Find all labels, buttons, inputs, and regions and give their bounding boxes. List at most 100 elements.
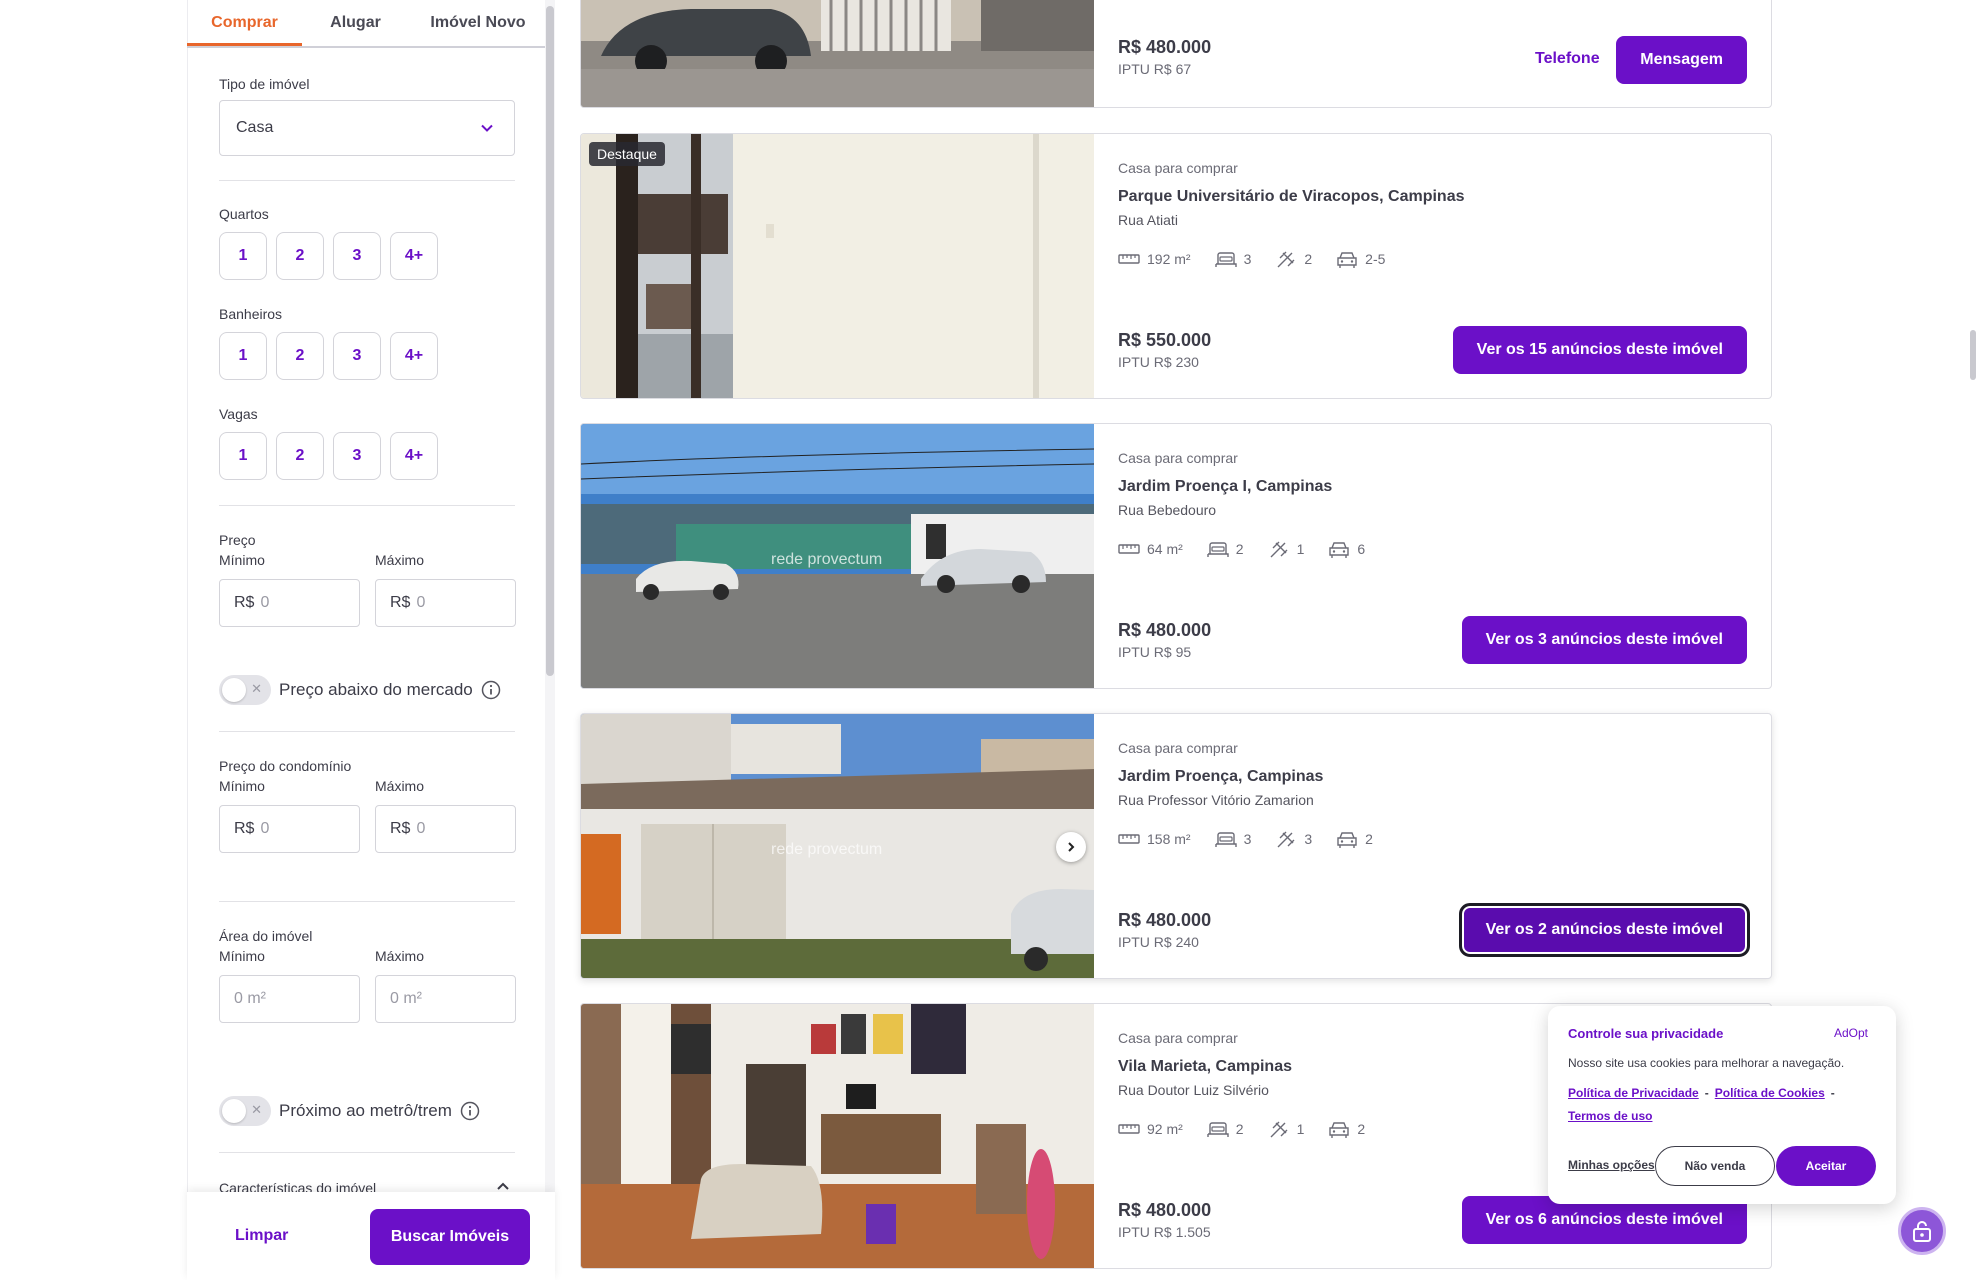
listing-photo[interactable]: rede provectum	[581, 424, 1094, 688]
sidebar-scrollbar-thumb[interactable]	[546, 6, 554, 676]
rooms-option-3[interactable]: 3	[333, 232, 381, 280]
bathrooms-option-3[interactable]: 3	[333, 332, 381, 380]
listing-bedrooms: 3	[1243, 251, 1252, 267]
bed-icon	[1214, 252, 1237, 267]
rooms-option-1[interactable]: 1	[219, 232, 267, 280]
page-scrollbar-thumb[interactable]	[1970, 330, 1976, 380]
bathrooms-option-4plus[interactable]: 4+	[390, 332, 438, 380]
currency-prefix: R$	[234, 594, 255, 611]
search-properties-button[interactable]: Buscar Imóveis	[370, 1209, 530, 1265]
watermark-text: rede provectum	[771, 841, 882, 858]
phone-button[interactable]: Telefone	[1535, 50, 1600, 68]
clear-filters-button[interactable]: Limpar	[235, 1227, 288, 1245]
ruler-icon	[1118, 1124, 1140, 1134]
parking-option-1[interactable]: 1	[219, 432, 267, 480]
condo-max-placeholder: 0	[416, 820, 426, 837]
cookie-brand[interactable]: AdOpt	[1834, 1026, 1868, 1040]
lock-icon	[1913, 1221, 1931, 1242]
shower-icon	[1277, 831, 1295, 848]
parking-option-3[interactable]: 3	[333, 432, 381, 480]
divider	[219, 180, 515, 181]
below-market-toggle[interactable]: ✕	[219, 675, 271, 705]
listing-photo[interactable]: Destaque	[581, 134, 1094, 398]
listing-photo[interactable]: rede provectum	[581, 714, 1094, 978]
privacy-lock-button[interactable]	[1898, 1207, 1946, 1255]
price-max-input[interactable]: R$ 0	[375, 579, 516, 627]
cookie-policy-link[interactable]: Política de Cookies	[1715, 1086, 1825, 1100]
listing-title[interactable]: Jardim Proença I, Campinas	[1118, 478, 1332, 496]
price-max-placeholder: 0	[416, 594, 426, 611]
near-metro-toggle[interactable]: ✕	[219, 1096, 271, 1126]
condo-price-label: Preço do condomínio	[219, 758, 352, 774]
cookie-policy-links: Política de Privacidade - Política de Cook…	[1568, 1086, 1835, 1123]
bed-icon	[1207, 1122, 1229, 1137]
listing-photo[interactable]	[581, 1004, 1094, 1268]
below-market-row: ✕ Preço abaixo do mercado	[219, 675, 501, 705]
info-icon[interactable]	[481, 680, 501, 700]
bathrooms-label: Banheiros	[219, 306, 283, 322]
area-min-input[interactable]: 0 m²	[219, 975, 360, 1023]
listing-title[interactable]: Parque Universitário de Viracopos, Campi…	[1118, 188, 1465, 206]
price-min-input[interactable]: R$ 0	[219, 579, 360, 627]
view-listings-button[interactable]: Ver os 2 anúncios deste imóvel	[1458, 903, 1751, 957]
do-not-sell-button[interactable]: Não venda	[1655, 1146, 1775, 1186]
listing-price: R$ 480.000	[1118, 620, 1212, 640]
tab-comprar[interactable]: Comprar	[187, 0, 302, 46]
listing-title[interactable]: Vila Marieta, Campinas	[1118, 1058, 1292, 1076]
listing-photo[interactable]	[581, 0, 1094, 107]
divider	[219, 731, 515, 732]
area-label: Área do imóvel	[219, 928, 313, 944]
parking-options: 1 2 3 4+	[219, 432, 438, 480]
rooms-option-4plus[interactable]: 4+	[390, 232, 438, 280]
listing-title[interactable]: Jardim Proença, Campinas	[1118, 768, 1323, 786]
listing-kind: Casa para comprar	[1118, 160, 1238, 176]
area-min-placeholder: 0 m²	[234, 990, 266, 1007]
near-metro-row: ✕ Próximo ao metrô/trem	[219, 1096, 480, 1126]
area-max-placeholder: 0 m²	[390, 990, 422, 1007]
chevron-up-icon[interactable]	[496, 1181, 510, 1191]
info-icon[interactable]	[460, 1101, 480, 1121]
listing-parking: 2	[1365, 831, 1373, 847]
listing-features: 92 m² 2 1 2	[1118, 1119, 1365, 1139]
listing-info: R$ 480.000 IPTU R$ 67 Telefone Mensagem	[1118, 0, 1771, 107]
view-listings-button[interactable]: Ver os 15 anúncios deste imóvel	[1452, 326, 1747, 374]
property-type-select[interactable]: Casa	[219, 100, 515, 156]
privacy-policy-link[interactable]: Política de Privacidade	[1568, 1086, 1699, 1100]
features-label[interactable]: Características do imóvel	[219, 1180, 376, 1192]
listing-card[interactable]: rede provectum Casa para comprar Jardim …	[580, 423, 1772, 689]
currency-prefix: R$	[390, 820, 411, 837]
listing-card[interactable]: rede provectum Casa para comprar Jardim …	[580, 713, 1772, 979]
listing-street: Rua Atiati	[1118, 212, 1178, 228]
view-listings-button[interactable]: Ver os 3 anúncios deste imóvel	[1461, 616, 1747, 664]
tab-imovel-novo[interactable]: Imóvel Novo	[409, 0, 547, 46]
bed-icon	[1207, 542, 1229, 557]
my-options-link[interactable]: Minhas opções	[1568, 1158, 1655, 1172]
bathrooms-option-2[interactable]: 2	[276, 332, 324, 380]
next-photo-button[interactable]	[1056, 832, 1086, 862]
listing-iptu: IPTU R$ 240	[1118, 934, 1199, 950]
parking-option-2[interactable]: 2	[276, 432, 324, 480]
condo-min-label: Mínimo	[219, 778, 265, 794]
listing-kind: Casa para comprar	[1118, 450, 1238, 466]
listing-features: 64 m² 2 1 6	[1118, 539, 1365, 559]
divider	[219, 505, 515, 506]
accept-cookies-button[interactable]: Aceitar	[1776, 1146, 1876, 1186]
listing-bathrooms: 3	[1304, 831, 1313, 847]
listing-features: 192 m² 3 2 2-5	[1118, 249, 1385, 269]
listing-card[interactable]: Destaque Casa para comprar Parque Univer…	[580, 133, 1772, 399]
condo-max-input[interactable]: R$ 0	[375, 805, 516, 853]
tab-alugar[interactable]: Alugar	[302, 0, 409, 46]
listing-iptu: IPTU R$ 1.505	[1118, 1224, 1211, 1240]
listing-card[interactable]: R$ 480.000 IPTU R$ 67 Telefone Mensagem	[580, 0, 1772, 108]
parking-option-4plus[interactable]: 4+	[390, 432, 438, 480]
rooms-option-2[interactable]: 2	[276, 232, 324, 280]
condo-min-input[interactable]: R$ 0	[219, 805, 360, 853]
ruler-icon	[1118, 544, 1140, 554]
terms-link[interactable]: Termos de uso	[1568, 1109, 1652, 1123]
currency-prefix: R$	[390, 594, 411, 611]
divider	[219, 1152, 515, 1153]
area-min-label: Mínimo	[219, 948, 265, 964]
message-button[interactable]: Mensagem	[1616, 36, 1747, 84]
bathrooms-option-1[interactable]: 1	[219, 332, 267, 380]
area-max-input[interactable]: 0 m²	[375, 975, 516, 1023]
